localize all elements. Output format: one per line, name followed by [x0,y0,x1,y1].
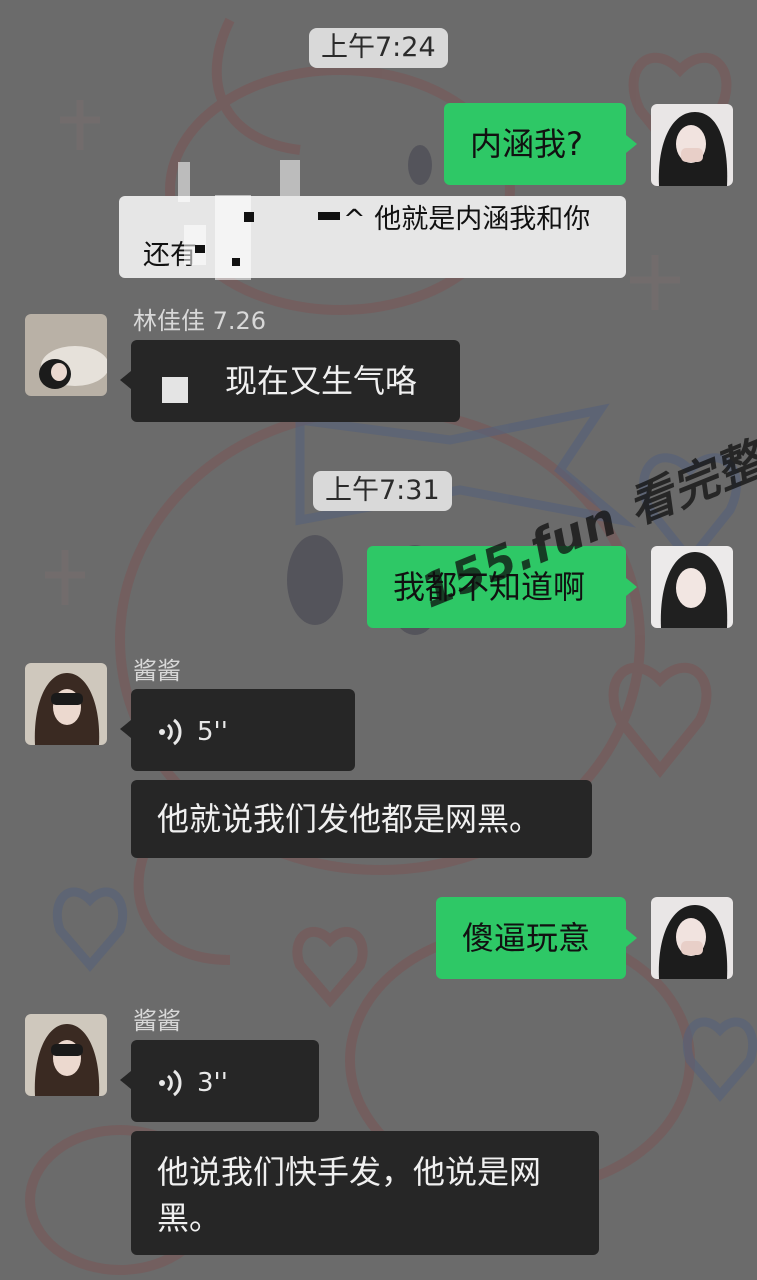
censor-mosaic [215,195,251,280]
censor-mosaic [244,212,254,222]
voice-duration: 5'' [197,717,228,747]
contact-avatar[interactable] [25,663,107,745]
censor-mosaic [195,245,205,253]
chat-wallpaper [25,17,757,1275]
voice-wave-icon [159,1069,182,1097]
message-text: 黑。 [157,1199,222,1237]
message-bubble-own[interactable]: 内涵我? [444,103,626,185]
contact-avatar[interactable] [25,314,107,396]
message-text: 他说我们快手发，他说是网 [157,1153,542,1191]
message-text: 他就说我们发他都是网黑。 [157,800,542,838]
censor-mosaic [162,377,188,403]
voice-message[interactable]: 5'' [131,689,355,771]
message-text: 现在又生气咯 [225,362,418,400]
own-avatar[interactable] [651,104,733,186]
own-avatar[interactable] [651,897,733,979]
message-bubble-other[interactable]: 他就说我们发他都是网黑。 [131,780,592,858]
bubble-tail [120,1071,131,1089]
own-avatar[interactable] [651,546,733,628]
censor-mosaic [232,258,240,266]
bubble-tail [120,720,131,738]
censor-mosaic [318,212,340,220]
voice-duration: 3'' [197,1068,228,1098]
message-text: 傻逼玩意 [462,919,591,957]
timestamp: 上午7:31 [313,471,452,511]
sender-name: 林佳佳 7.26 [133,307,267,335]
sender-name: 酱酱 [133,1007,181,1035]
avatar-photo-icon [25,663,107,745]
bubble-tail [120,371,131,389]
avatar-photo-icon [25,1014,107,1096]
bubble-tail [626,578,637,596]
message-text: 内涵我? [470,125,583,163]
censor-mosaic [178,162,190,202]
voice-wave-icon [159,718,182,746]
message-bubble-other[interactable]: 他说我们快手发，他说是网 黑。 [131,1131,599,1255]
bubble-tail [626,929,637,947]
avatar-photo-icon [25,314,107,396]
censor-mosaic [280,160,300,196]
contact-avatar[interactable] [25,1014,107,1096]
avatar-photo-icon [651,104,733,186]
sender-name: 酱酱 [133,657,181,685]
avatar-photo-icon [651,897,733,979]
bubble-tail [626,135,637,153]
timestamp: 上午7:24 [309,28,448,68]
voice-message[interactable]: 3'' [131,1040,319,1122]
message-bubble-own[interactable]: 傻逼玩意 [436,897,626,979]
avatar-photo-icon [651,546,733,628]
